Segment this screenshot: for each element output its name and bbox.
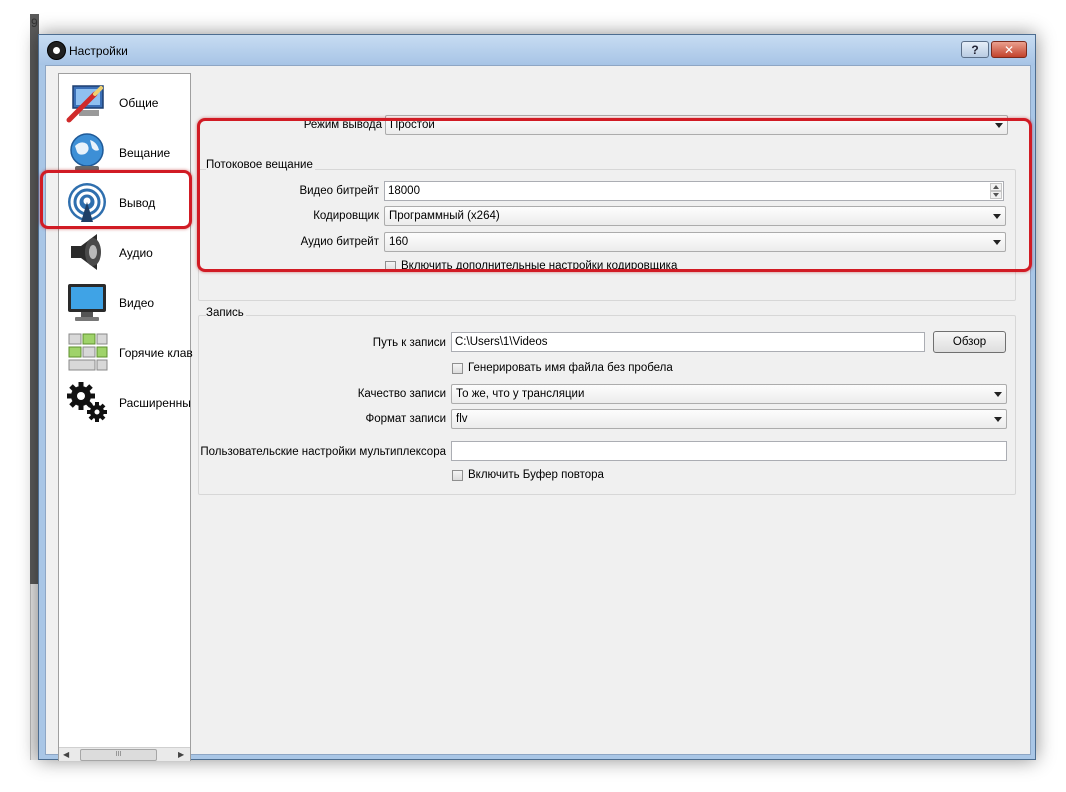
- general-icon: [66, 85, 104, 123]
- obs-app-icon: [47, 41, 66, 60]
- sidebar-horizontal-scrollbar[interactable]: ◀ III ▶: [59, 747, 190, 761]
- sidebar-item-label: Горячие клав: [119, 346, 193, 360]
- dropdown-arrow-icon: [994, 392, 1002, 397]
- recording-format-value: flv: [456, 413, 468, 425]
- replay-buffer-label: Включить Буфер повтора: [468, 469, 604, 481]
- no-space-filename-checkbox[interactable]: [452, 363, 463, 374]
- scrollbar-thumb[interactable]: III: [80, 749, 157, 761]
- recording-quality-select[interactable]: То же, что у трансляции: [451, 384, 1007, 404]
- dropdown-arrow-icon: [994, 417, 1002, 422]
- sidebar-item-label: Аудио: [119, 246, 153, 260]
- recording-format-label: Формат записи: [365, 413, 446, 425]
- globe-icon: [70, 133, 104, 171]
- sidebar-item-hotkeys[interactable]: Горячие клав: [61, 327, 193, 377]
- close-button[interactable]: ✕: [991, 41, 1027, 58]
- recording-quality-value: То же, что у трансляции: [456, 388, 585, 400]
- title-bar[interactable]: Настройки ? ✕: [39, 35, 1035, 65]
- help-button[interactable]: ?: [961, 41, 989, 58]
- sidebar-item-label: Вещание: [119, 146, 171, 160]
- recording-group-title: Запись: [206, 307, 246, 319]
- sidebar-item-label: Расширенны: [119, 396, 191, 410]
- scroll-right-arrow-icon[interactable]: ▶: [178, 750, 184, 759]
- sidebar-item-general[interactable]: Общие: [61, 77, 191, 127]
- browse-button[interactable]: Обзор: [933, 331, 1006, 353]
- streaming-settings-highlight: [197, 118, 1032, 272]
- sidebar-item-audio[interactable]: Аудио: [61, 227, 191, 277]
- speaker-icon: [71, 234, 101, 270]
- background-partial-text: 9: [31, 16, 38, 30]
- sidebar-item-label: Видео: [119, 296, 155, 310]
- muxer-settings-label: Пользовательские настройки мультиплексор…: [200, 446, 446, 458]
- scroll-left-arrow-icon[interactable]: ◀: [63, 750, 69, 759]
- recording-format-select[interactable]: flv: [451, 409, 1007, 429]
- recording-quality-label: Качество записи: [357, 388, 446, 400]
- replay-buffer-checkbox[interactable]: [452, 470, 463, 481]
- window-title: Настройки: [69, 44, 128, 58]
- sidebar-item-label: Общие: [119, 96, 159, 110]
- no-space-filename-label: Генерировать имя файла без пробела: [468, 362, 673, 374]
- hotkeys-icon: [68, 333, 108, 371]
- sidebar-item-video[interactable]: Видео: [61, 277, 191, 327]
- gears-icon: [67, 382, 107, 422]
- recording-path-value: C:\Users\1\Videos: [455, 336, 548, 348]
- muxer-settings-input[interactable]: [451, 441, 1007, 461]
- recording-path-input[interactable]: C:\Users\1\Videos: [451, 332, 925, 352]
- monitor-icon: [68, 284, 106, 321]
- sidebar-item-advanced[interactable]: Расширенны: [61, 377, 191, 427]
- recording-path-label: Путь к записи: [372, 337, 446, 349]
- output-item-highlight: [40, 170, 192, 229]
